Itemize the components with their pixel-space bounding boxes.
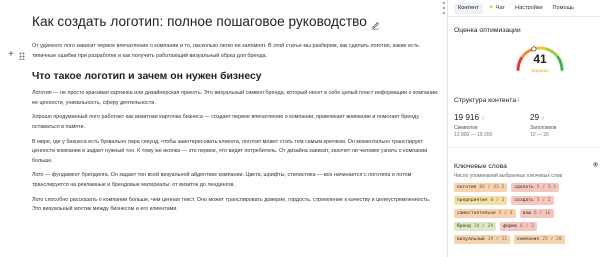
keyword-chip[interactable]: предприятие 0 / 3 bbox=[454, 196, 508, 205]
info-icon[interactable]: i bbox=[518, 97, 520, 104]
section-heading[interactable]: Что такое логотип и зачем он нужен бизне… bbox=[32, 70, 440, 83]
paragraph[interactable]: Хорошо продуманный лого работает как виз… bbox=[32, 113, 440, 132]
keyword-word: сделать bbox=[514, 185, 534, 190]
keyword-word: ваш bbox=[522, 211, 531, 216]
paragraph[interactable]: Лого способно рассказать о компании боль… bbox=[32, 196, 440, 215]
panel-tabs: Контент ✦ Чат Настройки Помощь bbox=[454, 3, 578, 14]
metric-value: 19 916 bbox=[454, 113, 480, 122]
keyword-count: 25 / 20 bbox=[542, 237, 562, 242]
metric-characters: 19 916 ↑ Символов 12 800 — 19 200 bbox=[454, 113, 492, 138]
paragraph[interactable]: Лого — фундамент брендинга. Он задает то… bbox=[32, 171, 440, 190]
tab-help[interactable]: Помощь bbox=[548, 3, 578, 14]
article: Как создать логотип: полное пошаговое ру… bbox=[32, 10, 440, 215]
keyword-chip[interactable]: сделать 5 / 3.5 bbox=[511, 183, 560, 192]
optimization-title: Оценка оптимизации bbox=[454, 27, 521, 34]
keyword-count: 3 / 2 bbox=[536, 198, 551, 203]
keyword-word: форма bbox=[503, 224, 518, 229]
add-block-icon[interactable]: + bbox=[8, 50, 14, 60]
structure-title: Структура контента i bbox=[454, 97, 520, 104]
section-divider bbox=[448, 147, 600, 148]
metric-label: Заголовков bbox=[530, 125, 557, 131]
tabs-divider bbox=[448, 16, 600, 17]
keyword-count: 34 / 29 bbox=[473, 224, 494, 229]
tab-settings[interactable]: Настройки bbox=[511, 3, 546, 14]
keyword-chip[interactable]: бренд 34 / 29 bbox=[454, 222, 497, 231]
keyword-chip[interactable]: логотип 86 / 43.5 bbox=[454, 183, 508, 192]
gauge-marker bbox=[531, 46, 537, 52]
keywords-title: Ключевые слова bbox=[454, 163, 507, 170]
seo-panel: Контент ✦ Чат Настройки Помощь Оценка опт… bbox=[448, 0, 600, 257]
keyword-word: визуальный bbox=[457, 237, 485, 242]
optimization-score: 41 bbox=[533, 52, 547, 66]
keyword-count: 5 / 3.5 bbox=[536, 185, 557, 190]
intro-paragraph[interactable]: От удачного лого зависит первое впечатле… bbox=[32, 42, 440, 61]
metric-headings: 29 ↑ Заголовков 10 — 20 bbox=[530, 113, 556, 138]
optimization-label: Хорошо bbox=[531, 69, 549, 74]
editor-area[interactable]: + Как создать логотип: полное пошаговое … bbox=[0, 0, 447, 257]
gear-icon[interactable] bbox=[592, 161, 599, 168]
keyword-count: 5 / 4 bbox=[498, 211, 513, 216]
keyword-chip[interactable]: создать 3 / 2 bbox=[511, 196, 554, 205]
edit-pencil-icon[interactable] bbox=[371, 17, 380, 29]
keyword-word: самостоятельно bbox=[457, 211, 496, 216]
keyword-chip[interactable]: форма 6 / 2 bbox=[500, 222, 537, 231]
paragraph[interactable]: В мире, где у бизнеса есть буквально пар… bbox=[32, 138, 440, 167]
tab-content[interactable]: Контент bbox=[454, 3, 483, 14]
trend-up-icon: ↑ bbox=[541, 116, 545, 122]
keyword-count: 19 / 11 bbox=[487, 237, 508, 242]
tab-label: Настройки bbox=[515, 5, 543, 11]
keyword-chip[interactable]: самостоятельно 5 / 4 bbox=[454, 209, 516, 218]
tab-label: Помощь bbox=[552, 5, 575, 11]
more-menu-icon[interactable] bbox=[442, 2, 445, 14]
keyword-chip[interactable]: ваш 6 / 16 bbox=[519, 209, 554, 218]
keyword-chip[interactable]: визуальный 19 / 11 bbox=[454, 235, 511, 244]
keyword-word: бренд bbox=[457, 224, 471, 229]
metric-value: 29 bbox=[530, 113, 540, 122]
keyword-chip[interactable]: компания 25 / 20 bbox=[514, 235, 565, 244]
keyword-count: 86 / 43.5 bbox=[479, 185, 505, 190]
keyword-word: предприятие bbox=[457, 198, 488, 203]
tab-chat[interactable]: ✦ Чат bbox=[485, 3, 509, 14]
keyword-count: 6 / 2 bbox=[520, 224, 534, 229]
title-row: Как создать логотип: полное пошаговое ру… bbox=[32, 10, 440, 32]
metric-range: 10 — 20 bbox=[530, 132, 549, 138]
keyword-count: 6 / 16 bbox=[533, 211, 551, 216]
paragraph[interactable]: Логотип — не просто красивая картинка ил… bbox=[32, 89, 440, 108]
keyword-chips: логотип 86 / 43.5 сделать 5 / 3.5 предприя… bbox=[454, 183, 596, 244]
metric-range: 12 800 — 19 200 bbox=[454, 132, 493, 138]
tab-label: Контент bbox=[458, 5, 479, 11]
keywords-subtitle: Число упоминаний выбранных ключевых слов bbox=[454, 173, 563, 179]
structure-title-text: Структура контента bbox=[454, 97, 517, 104]
keyword-word: логотип bbox=[457, 185, 477, 190]
article-title[interactable]: Как создать логотип: полное пошаговое ру… bbox=[32, 14, 367, 29]
keyword-word: компания bbox=[517, 237, 540, 242]
tab-label: Чат bbox=[495, 5, 506, 11]
keyword-word: создать bbox=[514, 198, 534, 203]
metric-label: Символов bbox=[454, 125, 478, 131]
drag-handle-icon[interactable] bbox=[19, 52, 25, 60]
sparkle-icon: ✦ bbox=[488, 5, 494, 11]
trend-up-icon: ↑ bbox=[481, 116, 485, 122]
keyword-count: 0 / 3 bbox=[490, 198, 505, 203]
